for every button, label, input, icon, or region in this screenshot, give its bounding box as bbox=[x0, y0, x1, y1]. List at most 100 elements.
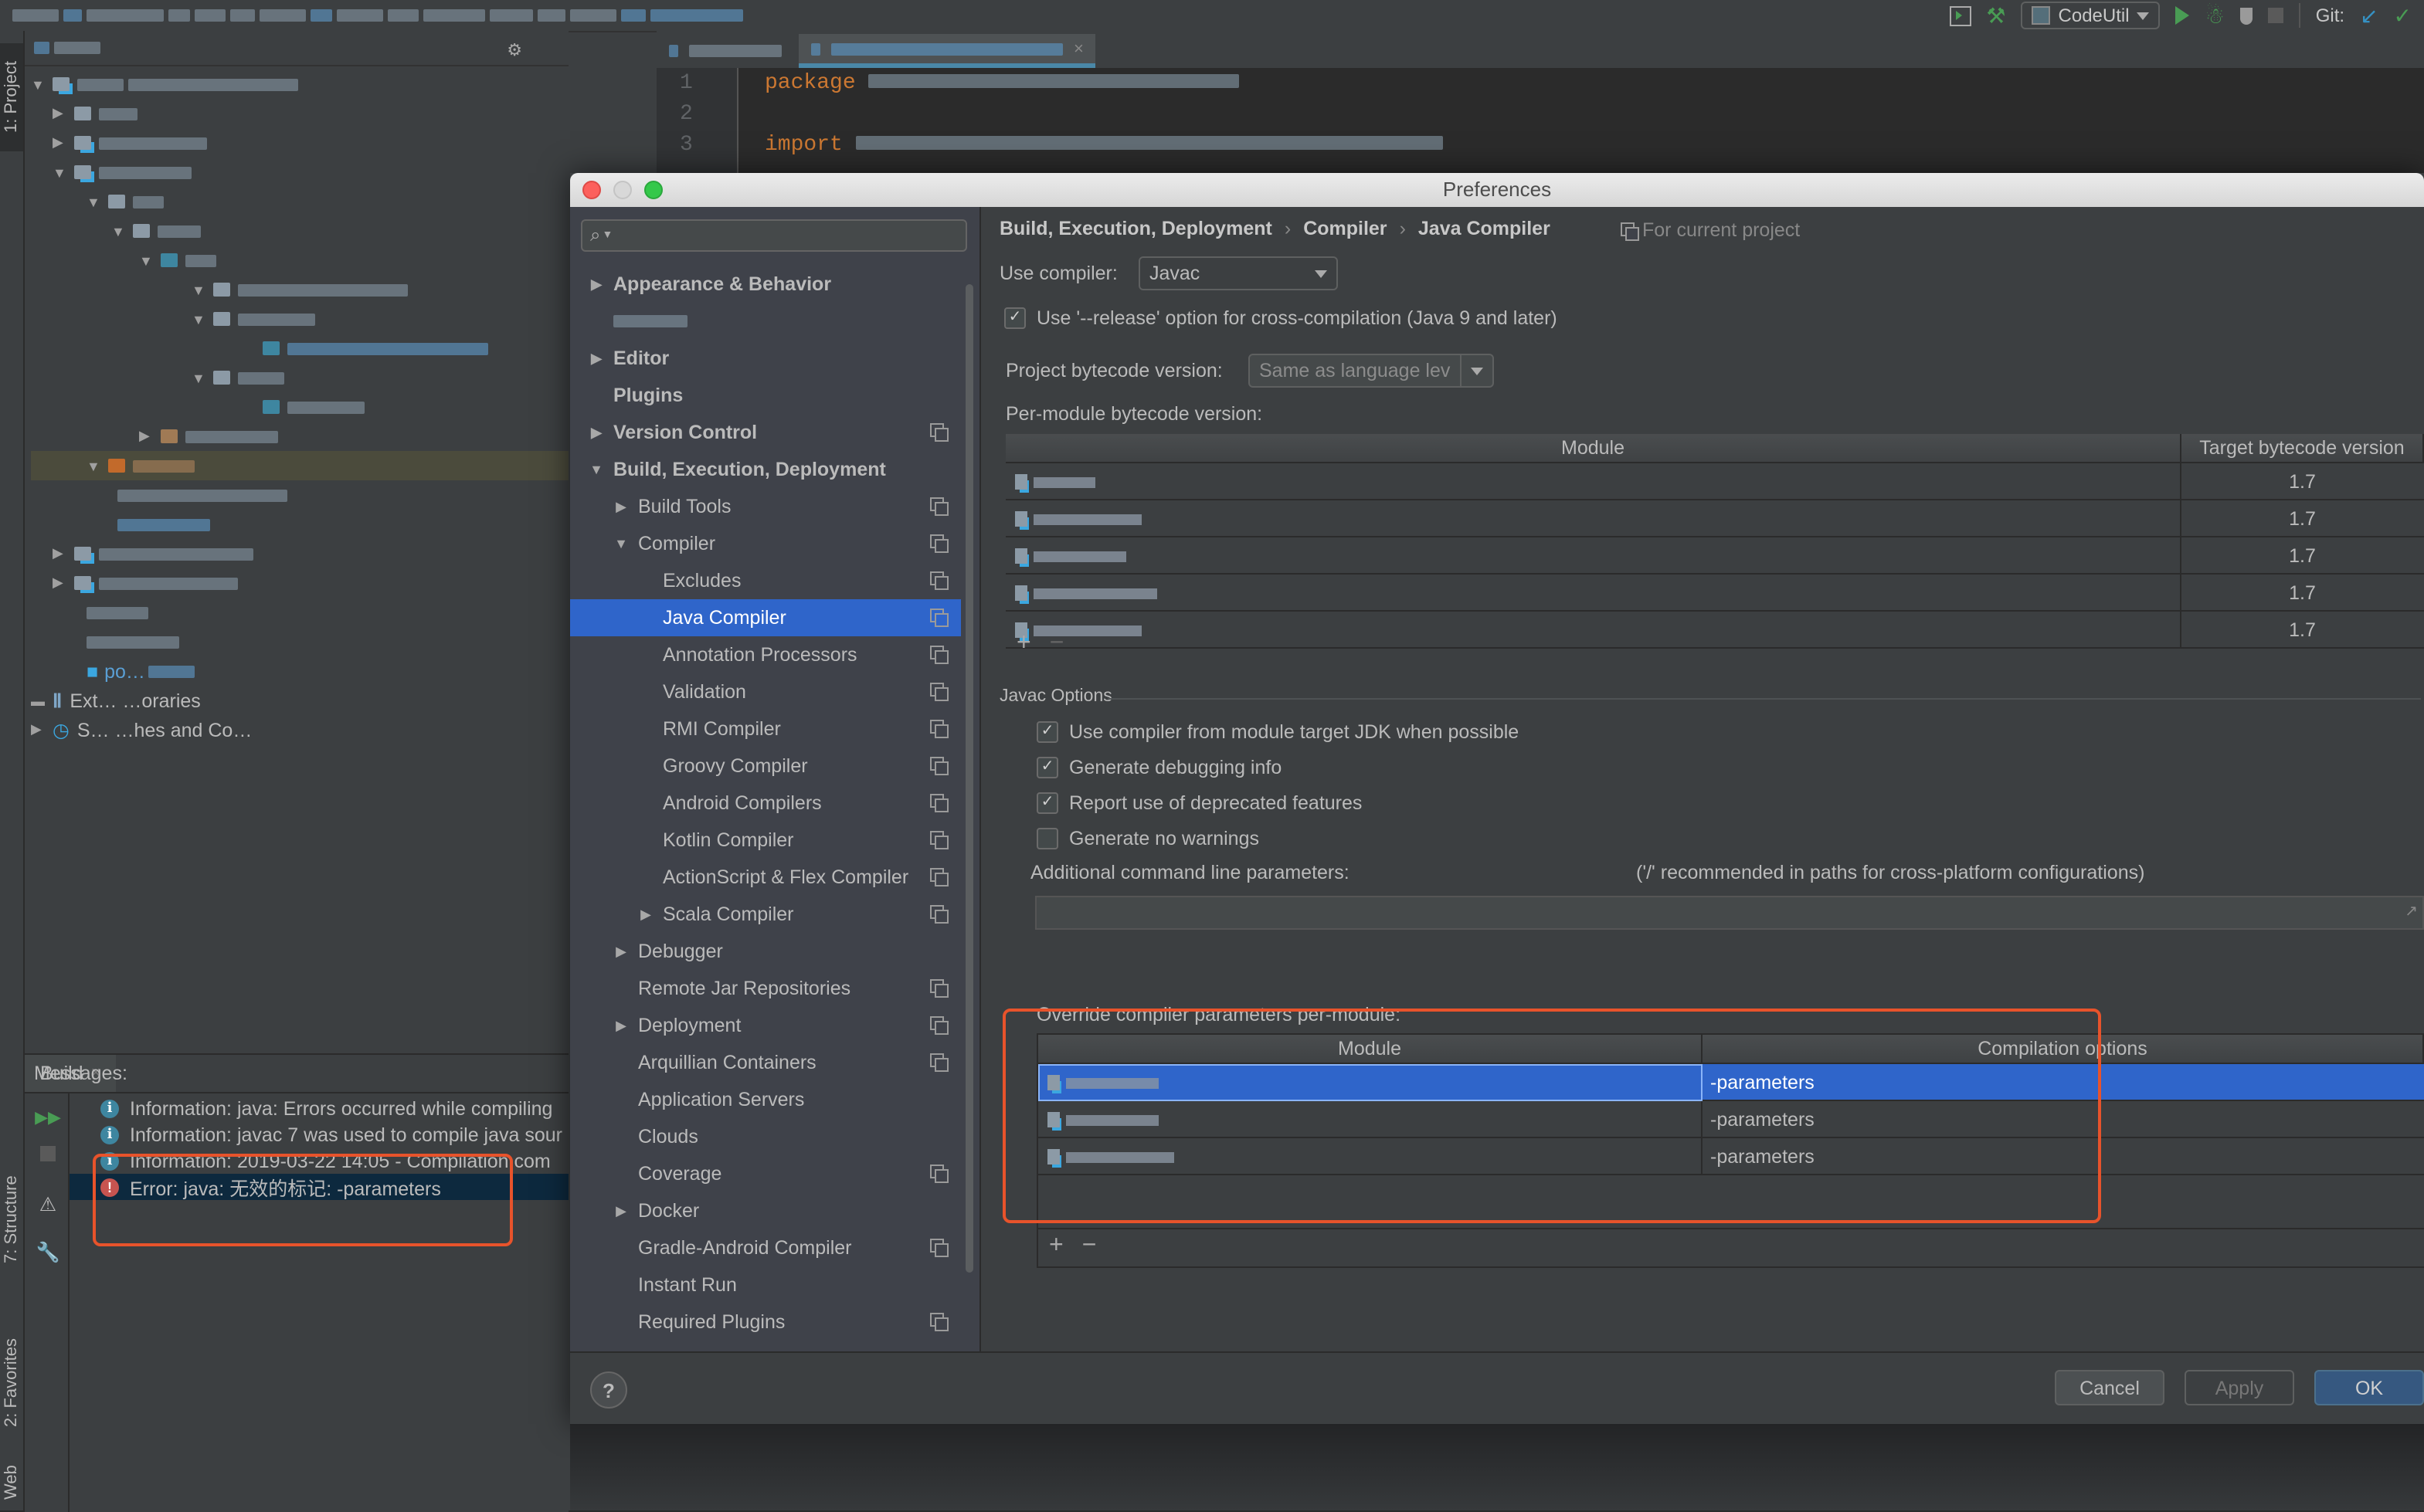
remove-icon[interactable]: − bbox=[1082, 1232, 1097, 1260]
nav-item-coverage[interactable]: Coverage bbox=[570, 1155, 961, 1192]
nav-item-build-execution-deployment[interactable]: ▼ Build, Execution, Deployment bbox=[570, 451, 961, 488]
nav-item-appearance-behavior[interactable]: ▶ Appearance & Behavior bbox=[570, 266, 961, 303]
javac-option-checkbox[interactable]: ✓ Use compiler from module target JDK whe… bbox=[1037, 721, 1519, 743]
tree-item[interactable]: ▶ bbox=[31, 128, 569, 158]
nav-item-groovy-compiler[interactable]: Groovy Compiler bbox=[570, 748, 961, 785]
tool-tab-structure[interactable]: 7: Structure bbox=[0, 1158, 23, 1282]
tree-item[interactable]: ▼ bbox=[31, 246, 569, 275]
nav-item-build-tools[interactable]: ▶ Build Tools bbox=[570, 488, 961, 525]
expand-icon[interactable]: ↗ bbox=[2405, 903, 2418, 920]
target-version-cell[interactable]: 1.7 bbox=[2181, 537, 2423, 575]
nav-scrollbar[interactable] bbox=[966, 284, 973, 1273]
tree-item[interactable]: ▶ bbox=[31, 422, 569, 451]
settings-search-input[interactable]: ⌕ ▼ bbox=[581, 219, 967, 252]
tree-item-external-libraries[interactable]: ▬ Ⅱ Ext… …oraries bbox=[31, 686, 569, 715]
close-icon[interactable]: × bbox=[1074, 39, 1084, 58]
expand-arrow-icon[interactable]: ▶ bbox=[610, 498, 632, 515]
tree-item[interactable]: ▶ bbox=[31, 99, 569, 128]
git-update-icon[interactable]: ↙ bbox=[2360, 5, 2378, 26]
expand-arrow-icon[interactable]: ▶ bbox=[586, 424, 607, 441]
nav-item-clouds[interactable]: Clouds bbox=[570, 1118, 961, 1155]
tree-item[interactable]: ▼ bbox=[31, 275, 569, 304]
nav-item-scala-compiler[interactable]: ▶ Scala Compiler bbox=[570, 896, 961, 933]
tree-item[interactable] bbox=[31, 392, 569, 422]
nav-item-android-compilers[interactable]: Android Compilers bbox=[570, 785, 961, 822]
target-version-cell[interactable]: 1.7 bbox=[2181, 463, 2423, 500]
nav-item-version-control[interactable]: ▶ Version Control bbox=[570, 414, 961, 451]
expand-arrow-icon[interactable]: ▶ bbox=[610, 943, 632, 960]
expand-arrow-icon[interactable]: ▶ bbox=[610, 1202, 632, 1219]
nav-item-required-plugins[interactable]: Required Plugins bbox=[570, 1304, 961, 1341]
expand-arrow-icon[interactable]: ▶ bbox=[610, 1017, 632, 1034]
module-cell[interactable] bbox=[1006, 500, 2181, 537]
panel-settings-icon[interactable]: ⚙ bbox=[507, 40, 522, 60]
tree-item-selected[interactable]: ▼ bbox=[31, 451, 569, 480]
add-icon[interactable]: + bbox=[1017, 630, 1031, 658]
nav-item-rmi-compiler[interactable]: RMI Compiler bbox=[570, 710, 961, 748]
table-row[interactable]: 1.7 bbox=[1006, 611, 2423, 649]
wrench-icon[interactable]: 🔧 bbox=[36, 1241, 59, 1263]
tree-item[interactable] bbox=[31, 627, 569, 656]
tool-tab-web[interactable]: Web bbox=[0, 1459, 23, 1506]
tree-item[interactable]: ▼ bbox=[31, 187, 569, 216]
additional-params-input[interactable]: ↗ bbox=[1035, 896, 2424, 930]
nav-item-instant-run[interactable]: Instant Run bbox=[570, 1266, 961, 1304]
run-icon[interactable] bbox=[2175, 6, 2190, 25]
nav-item-docker[interactable]: ▶ Docker bbox=[570, 1192, 961, 1229]
use-compiler-select[interactable]: Javac bbox=[1139, 256, 1338, 290]
tree-item[interactable]: ▼ bbox=[31, 158, 569, 187]
layout-icon[interactable] bbox=[1949, 5, 1971, 25]
tool-tab-favorites[interactable]: 2: Favorites bbox=[0, 1313, 23, 1452]
target-version-cell[interactable]: 1.7 bbox=[2181, 611, 2423, 649]
expand-arrow-icon[interactable]: ▶ bbox=[586, 276, 607, 293]
expand-arrow-icon[interactable]: ▶ bbox=[635, 906, 657, 923]
tree-item[interactable] bbox=[31, 598, 569, 627]
tree-item[interactable] bbox=[31, 510, 569, 539]
nav-item-redacted[interactable] bbox=[570, 303, 961, 340]
collapse-arrow-icon[interactable]: ▼ bbox=[586, 462, 607, 477]
tree-item[interactable]: ■ po… bbox=[31, 656, 569, 686]
nav-item-actionscript-flex-compiler[interactable]: ActionScript & Flex Compiler bbox=[570, 859, 961, 896]
editor-tab[interactable] bbox=[657, 34, 799, 68]
tree-item[interactable]: ▼ bbox=[31, 216, 569, 246]
expand-arrow-icon[interactable]: ▶ bbox=[586, 350, 607, 367]
collapse-arrow-icon[interactable]: ▼ bbox=[610, 536, 632, 551]
project-bytecode-select[interactable]: Same as language lev bbox=[1248, 354, 1494, 388]
nav-item-deployment[interactable]: ▶ Deployment bbox=[570, 1007, 961, 1044]
nav-item-validation[interactable]: Validation bbox=[570, 673, 961, 710]
nav-item-java-compiler[interactable]: Java Compiler bbox=[570, 599, 961, 636]
module-cell[interactable] bbox=[1006, 463, 2181, 500]
tree-item[interactable] bbox=[31, 334, 569, 363]
nav-item-debugger[interactable]: ▶ Debugger bbox=[570, 933, 961, 970]
nav-item-editor[interactable]: ▶ Editor bbox=[570, 340, 961, 377]
nav-item-plugins[interactable]: Plugins bbox=[570, 377, 961, 414]
message-line[interactable]: i Information: javac 7 was used to compil… bbox=[70, 1121, 569, 1148]
module-cell[interactable] bbox=[1006, 611, 2181, 649]
nav-item-compiler[interactable]: ▼ Compiler bbox=[570, 525, 961, 562]
nav-item-gradle-android-compiler[interactable]: Gradle-Android Compiler bbox=[570, 1229, 961, 1266]
javac-option-checkbox[interactable]: Generate no warnings bbox=[1037, 828, 1259, 849]
code-content[interactable]: package import bbox=[765, 68, 1448, 161]
table-row[interactable]: 1.7 bbox=[1006, 537, 2423, 575]
table-row[interactable]: 1.7 bbox=[1006, 463, 2423, 500]
nav-item-annotation-processors[interactable]: Annotation Processors bbox=[570, 636, 961, 673]
column-header-module[interactable]: Module bbox=[1006, 434, 2181, 463]
tree-item-scratches[interactable]: ▶ ◷ S… …hes and Co… bbox=[31, 715, 569, 744]
apply-button[interactable]: Apply bbox=[2185, 1370, 2294, 1405]
javac-option-checkbox[interactable]: ✓ Report use of deprecated features bbox=[1037, 792, 1362, 814]
nav-item-arquillian-containers[interactable]: Arquillian Containers bbox=[570, 1044, 961, 1081]
table-row[interactable]: 1.7 bbox=[1006, 574, 2423, 612]
message-line[interactable]: i Information: java: Errors occurred whil… bbox=[70, 1095, 569, 1121]
warning-filter-icon[interactable]: ⚠ bbox=[37, 1192, 59, 1215]
add-icon[interactable]: + bbox=[1049, 1232, 1064, 1260]
nav-item-excludes[interactable]: Excludes bbox=[570, 562, 961, 599]
module-cell[interactable] bbox=[1006, 574, 2181, 612]
coverage-icon[interactable] bbox=[2239, 7, 2253, 24]
tree-item[interactable]: ▼ bbox=[31, 363, 569, 392]
stop-icon[interactable] bbox=[37, 1143, 59, 1165]
nav-item-remote-jar-repositories[interactable]: Remote Jar Repositories bbox=[570, 970, 961, 1007]
javac-option-checkbox[interactable]: ✓ Generate debugging info bbox=[1037, 757, 1282, 778]
build-hammer-icon[interactable]: ⚒ bbox=[1986, 5, 2005, 26]
cancel-button[interactable]: Cancel bbox=[2055, 1370, 2164, 1405]
ok-button[interactable]: OK bbox=[2314, 1370, 2424, 1405]
